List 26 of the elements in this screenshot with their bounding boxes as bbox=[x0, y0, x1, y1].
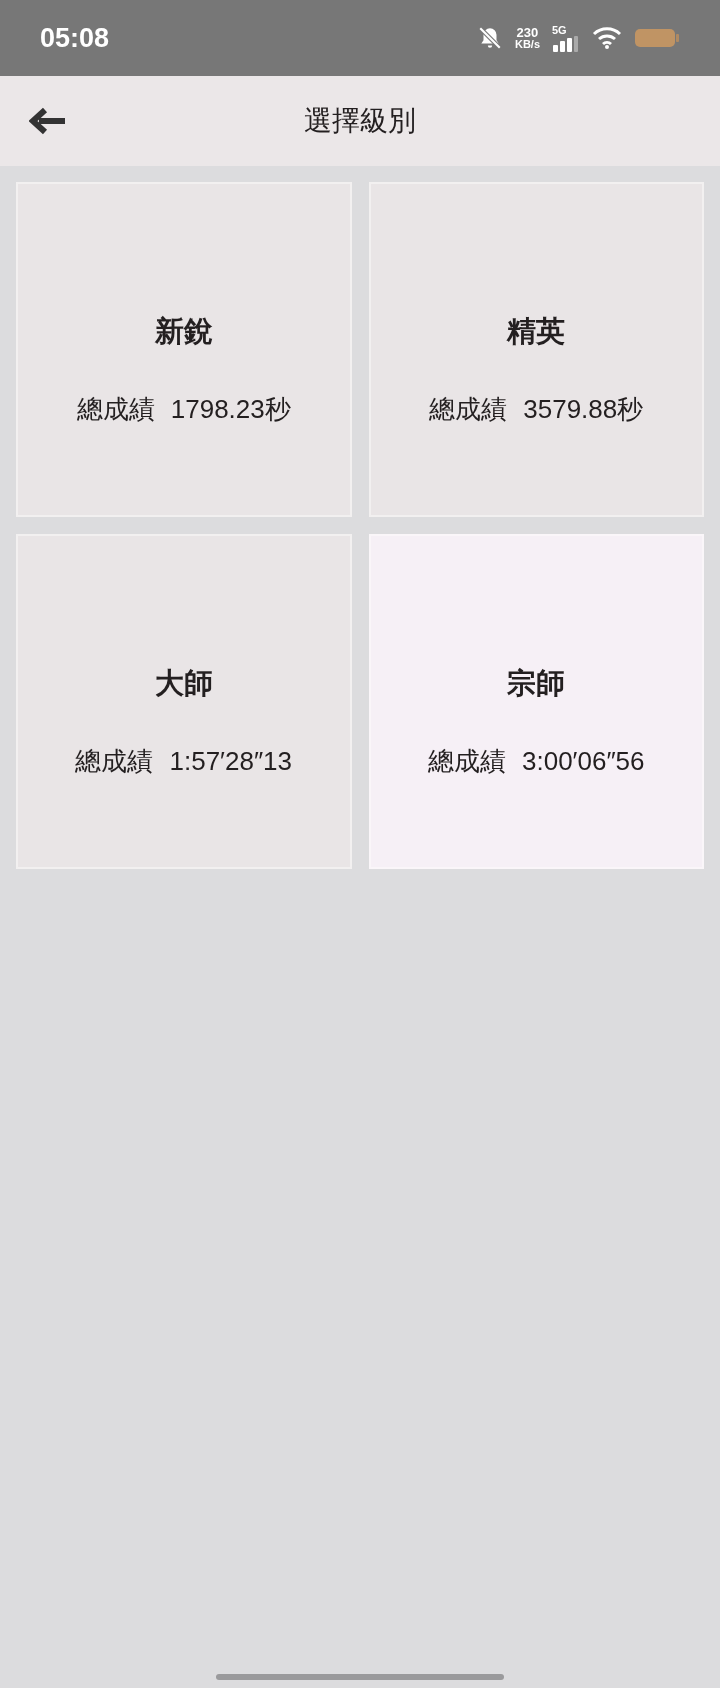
score-value: 3579.88秒 bbox=[523, 392, 644, 426]
score-value: 1:57′28″13 bbox=[169, 744, 292, 778]
wifi-icon bbox=[592, 26, 622, 50]
level-name: 精英 bbox=[507, 314, 566, 350]
network-type: 5G bbox=[552, 24, 567, 36]
score-label: 總成績 bbox=[76, 392, 155, 426]
level-card[interactable]: 大師 總成績 1:57′28″13 bbox=[16, 534, 352, 869]
signal-icon bbox=[552, 35, 580, 52]
score-label: 總成績 bbox=[75, 744, 154, 778]
clock: 05:08 bbox=[40, 21, 110, 55]
back-arrow-icon bbox=[29, 107, 67, 135]
level-card[interactable]: 精英 總成績 3579.88秒 bbox=[368, 182, 704, 517]
page-title: 選擇級別 bbox=[304, 104, 416, 138]
level-name: 宗師 bbox=[507, 666, 566, 702]
score-value: 1798.23秒 bbox=[170, 392, 291, 426]
level-name: 新銳 bbox=[154, 314, 213, 350]
level-card[interactable]: 宗師 總成績 3:00′06″56 bbox=[368, 534, 704, 869]
bell-off-icon bbox=[476, 25, 503, 51]
battery-icon bbox=[634, 28, 680, 48]
speed-unit: KB/s bbox=[514, 39, 540, 50]
speed-value: 230 bbox=[516, 26, 539, 39]
score-label: 總成績 bbox=[428, 744, 506, 778]
level-name: 大師 bbox=[154, 666, 213, 702]
score-value: 3:00′06″56 bbox=[522, 744, 645, 778]
level-card[interactable]: 新銳 總成績 1798.23秒 bbox=[16, 182, 352, 517]
score-label: 總成績 bbox=[429, 392, 508, 426]
